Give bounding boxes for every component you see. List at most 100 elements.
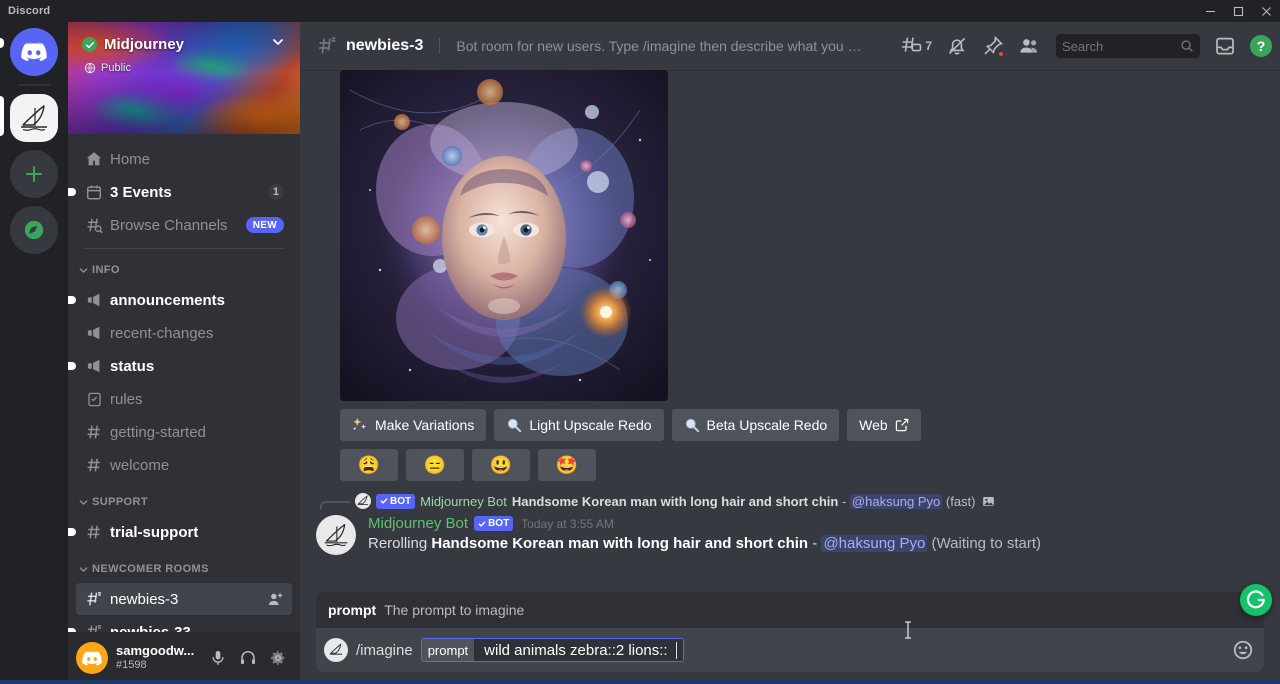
notifications-muted-icon[interactable] <box>946 35 968 57</box>
slash-command-label: /imagine <box>356 641 413 659</box>
avatar <box>355 493 371 509</box>
avatar[interactable] <box>316 515 356 555</box>
bot-badge-label: BOT <box>390 495 412 507</box>
light-upscale-redo-button[interactable]: Light Upscale Redo <box>494 409 664 441</box>
search-placeholder: Search <box>1062 38 1104 54</box>
sidebar-item-status[interactable]: status <box>68 350 292 382</box>
channel-list: Home 3 Events 1 Browse Channels NEW INFO… <box>68 134 300 632</box>
command-option-chip[interactable]: prompt wild animals zebra::2 lions:: <box>420 638 684 662</box>
web-button[interactable]: Web <box>847 409 921 441</box>
reply-suffix: (fast) <box>945 493 976 509</box>
command-option-description: The prompt to imagine <box>384 602 525 618</box>
message-author[interactable]: Midjourney Bot <box>368 515 468 532</box>
reaction-button[interactable]: 😩 <box>340 449 398 481</box>
sidebar-item-getting-started[interactable]: getting-started <box>76 416 292 448</box>
beta-upscale-redo-button[interactable]: Beta Upscale Redo <box>671 409 840 441</box>
maximize-button[interactable] <box>1224 0 1252 22</box>
server-icon-midjourney[interactable] <box>10 94 58 142</box>
reaction-button[interactable]: 🤩 <box>538 449 596 481</box>
reply-separator: - <box>841 493 847 509</box>
sidebar-item-newbies-33[interactable]: newbies-33 <box>68 616 292 632</box>
window-controls <box>1196 0 1280 22</box>
message: Midjourney Bot BOT Today at 3:55 AM Rero… <box>300 513 1280 557</box>
close-button[interactable] <box>1252 0 1280 22</box>
headphones-icon[interactable] <box>234 644 262 672</box>
avatar[interactable] <box>76 642 108 674</box>
verified-badge-icon <box>82 37 97 52</box>
mention[interactable]: @haksung Pyo <box>849 493 943 509</box>
sidebar-item-rules[interactable]: rules <box>76 383 292 415</box>
sidebar-item-recent-changes[interactable]: recent-changes <box>76 317 292 349</box>
header-icons: 7 Search ? <box>900 34 1272 58</box>
member-list-icon[interactable] <box>1018 35 1040 57</box>
category-info[interactable]: INFO <box>68 257 300 283</box>
server-privacy-label: Public <box>101 62 131 74</box>
reaction-button[interactable]: 😃 <box>472 449 530 481</box>
sidebar-item-trial-support[interactable]: trial-support <box>68 516 292 548</box>
chevron-down-icon[interactable] <box>270 34 286 55</box>
category-support[interactable]: SUPPORT <box>68 489 300 515</box>
search-input[interactable]: Search <box>1056 34 1200 58</box>
inbox-icon[interactable] <box>1214 35 1236 57</box>
add-server-button[interactable] <box>10 150 58 198</box>
sidebar-item-label: Browse Channels <box>110 216 228 234</box>
minimize-button[interactable] <box>1196 0 1224 22</box>
help-icon[interactable]: ? <box>1250 35 1272 57</box>
bot-badge-label: BOT <box>488 518 510 529</box>
magnifier-icon <box>508 418 522 433</box>
add-attachment-button[interactable] <box>324 638 348 662</box>
main-content: newbies-3 Bot room for new users. Type /… <box>300 22 1280 684</box>
gear-icon[interactable] <box>264 644 292 672</box>
announcement-icon <box>84 290 104 310</box>
emoji-picker-icon[interactable] <box>1232 639 1254 661</box>
sidebar-item-browse-channels[interactable]: Browse Channels NEW <box>76 209 292 241</box>
server-banner-header[interactable]: Midjourney Public <box>68 22 300 134</box>
chevron-down-icon <box>79 267 88 273</box>
midjourney-artwork <box>340 70 668 401</box>
reaction-button[interactable]: 😑 <box>406 449 464 481</box>
category-newcomer-rooms[interactable]: NEWCOMER ROOMS <box>68 556 300 582</box>
new-badge: NEW <box>245 217 284 233</box>
add-members-icon[interactable] <box>267 591 284 608</box>
hash-icon <box>84 455 104 475</box>
sidebar-item-label: rules <box>110 390 143 408</box>
mention[interactable]: @haksung Pyo <box>821 535 928 552</box>
server-icon-discord-home[interactable] <box>10 28 58 76</box>
explore-servers-button[interactable] <box>10 206 58 254</box>
sidebar-item-label: Home <box>110 150 151 168</box>
reply-reference[interactable]: BOT Midjourney Bot Handsome Korean man w… <box>320 491 1280 511</box>
calendar-icon <box>84 182 104 202</box>
reply-author: Midjourney Bot <box>420 493 507 509</box>
message-composer[interactable]: /imagine prompt wild animals zebra::2 li… <box>316 628 1264 672</box>
threads-icon[interactable]: 7 <box>900 35 932 57</box>
external-link-icon <box>895 418 908 432</box>
generated-image[interactable] <box>340 70 668 401</box>
search-icon <box>1180 39 1194 53</box>
rail-indicator-discord <box>0 38 4 48</box>
make-variations-button[interactable]: Make Variations <box>340 409 487 441</box>
sidebar-item-announcements[interactable]: announcements <box>68 284 292 316</box>
message-status: (Waiting to start) <box>927 535 1042 552</box>
reply-spine <box>320 501 350 510</box>
rail-divider <box>18 84 50 86</box>
button-label: Beta Upscale Redo <box>706 417 828 433</box>
message-timestamp: Today at 3:55 AM <box>521 516 614 531</box>
user-controls <box>204 644 292 672</box>
sidebar-divider <box>84 248 284 249</box>
sidebar-item-welcome[interactable]: welcome <box>76 449 292 481</box>
mic-icon[interactable] <box>204 644 232 672</box>
app-brand-label: Discord <box>8 5 51 17</box>
sidebar-item-events[interactable]: 3 Events 1 <box>68 176 292 208</box>
chip-value[interactable]: wild animals zebra::2 lions:: <box>482 642 667 659</box>
message-prefix: Rerolling <box>368 535 432 552</box>
sidebar-item-home[interactable]: Home <box>76 143 292 175</box>
unread-indicator <box>68 528 76 536</box>
pinned-messages-icon[interactable] <box>982 35 1005 58</box>
reaction-buttons: 😩 😑 😃 🤩 <box>340 449 1280 481</box>
user-identity[interactable]: samgoodw... #1598 <box>116 644 194 671</box>
unread-indicator <box>68 362 76 370</box>
sidebar-item-newbies-3[interactable]: newbies-3 <box>76 583 292 615</box>
grammarly-icon[interactable] <box>1240 584 1272 616</box>
channel-topic[interactable]: Bot room for new users. Type /imagine th… <box>439 38 869 54</box>
button-label: Make Variations <box>375 417 475 433</box>
